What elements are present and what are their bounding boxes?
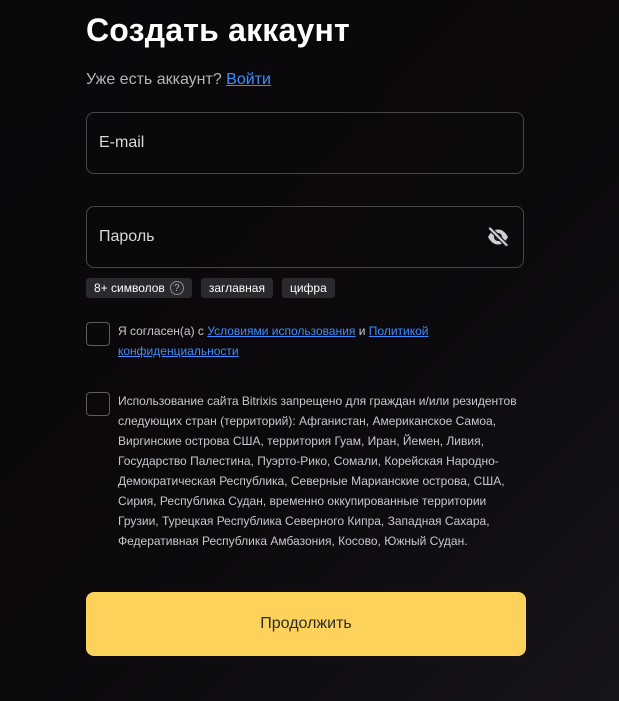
login-link[interactable]: Войти [226,71,271,88]
requirement-uppercase-label: заглавная [208,281,265,295]
login-prompt: Уже есть аккаунт? Войти [86,71,271,89]
requirement-digit-label: цифра [289,281,327,295]
requirement-uppercase-chip: заглавная [200,278,273,298]
privacy-link-part1: Политикой [368,324,429,338]
email-field-wrapper [86,112,524,174]
restriction-checkbox[interactable] [86,392,110,416]
privacy-link-part2: конфиденциальности [118,344,239,358]
requirement-length-label: 8+ символов [94,281,165,295]
help-icon[interactable]: ? [169,281,184,295]
continue-button[interactable]: Продолжить [86,592,526,656]
page-title: Создать аккаунт [86,12,350,48]
password-field-wrapper [86,206,524,268]
terms-checkbox[interactable] [86,322,110,346]
login-prompt-text: Уже есть аккаунт? [86,71,222,88]
email-input[interactable] [99,113,479,173]
terms-of-use-link[interactable]: Условиями использования [207,324,355,338]
terms-conjunction: и [358,324,366,338]
password-requirements: 8+ символов ? заглавная цифра [86,278,335,298]
restriction-text: Использование сайта Bitrixis запрещено д… [118,394,517,548]
terms-text: Я согласен(а) с Условиями использования … [118,321,518,361]
requirement-digit-chip: цифра [281,278,335,298]
password-input[interactable] [99,207,479,267]
eye-off-icon[interactable] [486,225,510,249]
terms-prefix: Я согласен(а) с [118,324,204,338]
requirement-length-chip: 8+ символов ? [86,278,192,298]
